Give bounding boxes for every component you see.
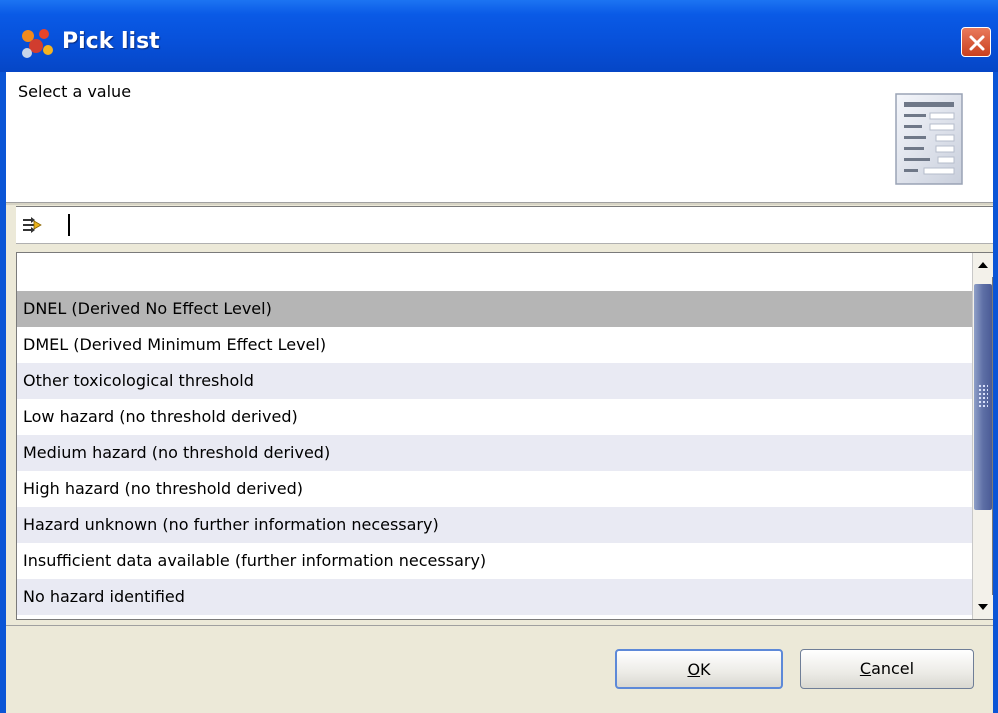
list-item[interactable] — [17, 255, 972, 291]
list-item[interactable]: DMEL (Derived Minimum Effect Level) — [17, 327, 972, 363]
dialog-content: Select a value DNEL (Derived No Effect L… — [6, 72, 993, 713]
footer-separator — [6, 625, 993, 626]
ok-mnemonic: O — [687, 660, 701, 679]
scroll-up-button[interactable] — [973, 253, 993, 277]
close-button[interactable] — [961, 27, 991, 57]
scroll-down-button[interactable] — [973, 595, 993, 619]
pick-list-dialog: Pick list Select a value DNEL (Derived N… — [0, 0, 998, 713]
scroll-grip — [978, 384, 988, 408]
cancel-mnemonic: C — [859, 659, 872, 678]
header-separator — [6, 203, 993, 205]
list-document-icon — [895, 93, 963, 185]
cancel-button[interactable]: Cancel — [800, 649, 974, 689]
filter-input[interactable] — [50, 211, 950, 237]
prompt-text: Select a value — [18, 82, 132, 101]
ok-label-rest: K — [700, 660, 711, 679]
list-item[interactable]: DNEL (Derived No Effect Level) — [17, 291, 972, 327]
list-item[interactable]: Insufficient data available (further inf… — [17, 543, 972, 579]
filter-row — [16, 206, 993, 244]
ok-button[interactable]: OK — [615, 649, 783, 689]
cancel-label-rest: ancel — [871, 659, 915, 678]
list-item[interactable]: No hazard identified — [17, 579, 972, 615]
value-list: DNEL (Derived No Effect Level) DMEL (Deri… — [16, 252, 993, 620]
scroll-thumb[interactable] — [974, 284, 992, 510]
list-item[interactable]: Medium hazard (no threshold derived) — [17, 435, 972, 471]
arrow-down-icon — [978, 604, 988, 610]
list-item[interactable]: High hazard (no threshold derived) — [17, 471, 972, 507]
vertical-scrollbar[interactable] — [972, 253, 993, 619]
text-caret — [68, 214, 70, 236]
close-icon — [969, 35, 985, 51]
window-title: Pick list — [62, 29, 160, 54]
list-item[interactable]: Hazard unknown (no further information n… — [17, 507, 972, 543]
header-panel: Select a value — [6, 72, 993, 203]
title-bar[interactable]: Pick list — [0, 0, 998, 72]
filter-arrows-icon — [23, 217, 42, 233]
app-logo-icon — [22, 29, 53, 58]
arrow-up-icon — [978, 262, 988, 268]
list-item[interactable]: Low hazard (no threshold derived) — [17, 399, 972, 435]
list-viewport: DNEL (Derived No Effect Level) DMEL (Deri… — [17, 253, 972, 619]
list-item[interactable]: Other toxicological threshold — [17, 363, 972, 399]
